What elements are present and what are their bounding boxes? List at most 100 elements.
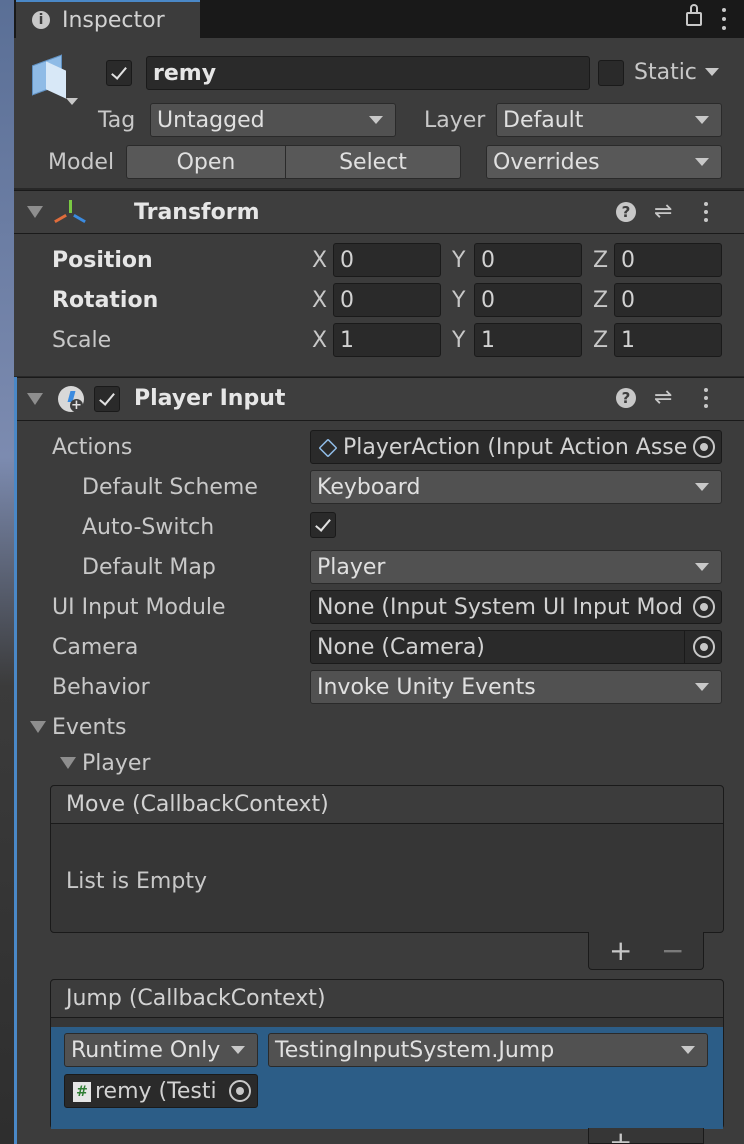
rotation-y-label[interactable]: Y <box>452 290 465 312</box>
chevron-down-icon <box>695 158 709 166</box>
jump-target-field[interactable]: # remy (Testi <box>64 1074 258 1108</box>
tag-label: Tag <box>98 108 136 133</box>
ui-input-module-value: None (Input System UI Input Mod <box>317 594 683 620</box>
move-add-button[interactable]: + <box>609 934 632 967</box>
rotation-y-input[interactable]: 0 <box>474 283 582 317</box>
rotation-z-label[interactable]: Z <box>593 290 608 312</box>
default-map-dropdown[interactable]: Player <box>310 550 722 584</box>
object-name-input[interactable]: remy <box>146 56 590 90</box>
move-event-header: Move (CallbackContext) <box>51 786 723 824</box>
scale-x-label[interactable]: X <box>312 330 327 352</box>
model-select-button[interactable]: Select <box>285 145 461 179</box>
chevron-down-icon <box>695 483 709 491</box>
jump-add-button[interactable]: + <box>609 1128 632 1143</box>
presets-icon[interactable]: ⇌ <box>654 201 672 223</box>
move-remove-button[interactable]: − <box>661 934 684 967</box>
model-label: Model <box>48 150 115 175</box>
jump-function-dropdown[interactable]: TestingInputSystem.Jump <box>268 1033 708 1067</box>
static-label[interactable]: Static <box>634 62 697 84</box>
object-picker-icon[interactable] <box>693 636 715 658</box>
scale-z-label[interactable]: Z <box>593 330 608 352</box>
auto-switch-label: Auto-Switch <box>82 515 215 540</box>
presets-icon[interactable]: ⇌ <box>654 387 672 409</box>
camera-field[interactable]: None (Camera) <box>310 630 722 664</box>
jump-list-footer: + <box>588 1128 704 1144</box>
runtime-only-dropdown[interactable]: Runtime Only <box>64 1033 258 1067</box>
active-checkbox[interactable] <box>106 60 132 86</box>
behavior-value: Invoke Unity Events <box>317 674 536 700</box>
overrides-dropdown[interactable]: Overrides <box>486 145 722 179</box>
scale-label: Scale <box>52 328 112 353</box>
position-z-label[interactable]: Z <box>593 250 608 272</box>
tag-dropdown[interactable]: Untagged <box>150 103 396 137</box>
position-z-input[interactable]: 0 <box>614 243 722 277</box>
default-scheme-value: Keyboard <box>317 474 421 500</box>
runtime-only-value: Runtime Only <box>71 1037 221 1063</box>
jump-target-value: remy (Testi <box>95 1078 217 1104</box>
rotation-z-input[interactable]: 0 <box>614 283 722 317</box>
static-dropdown-arrow[interactable] <box>705 68 719 76</box>
scale-z-input[interactable]: 1 <box>614 323 722 357</box>
help-icon[interactable]: ? <box>616 202 636 222</box>
ui-input-module-field[interactable]: None (Input System UI Input Mod <box>310 590 722 624</box>
gameobject-cube-icon[interactable] <box>28 54 72 100</box>
behavior-dropdown[interactable]: Invoke Unity Events <box>310 670 722 704</box>
default-scheme-label: Default Scheme <box>82 475 258 500</box>
transform-title: Transform <box>134 200 260 225</box>
behavior-label: Behavior <box>52 675 150 700</box>
actions-object-field[interactable]: PlayerAction (Input Action Asse <box>310 430 722 464</box>
move-event-box: Move (CallbackContext) List is Empty <box>50 785 724 933</box>
player-events-label[interactable]: Player <box>82 753 150 775</box>
chevron-down-icon <box>369 116 383 124</box>
component-menu-icon[interactable] <box>704 202 708 224</box>
scale-x-input[interactable]: 1 <box>333 323 441 357</box>
scale-y-input[interactable]: 1 <box>474 323 582 357</box>
object-picker-icon[interactable] <box>693 596 715 618</box>
rotation-label: Rotation <box>52 288 159 313</box>
default-scheme-dropdown[interactable]: Keyboard <box>310 470 722 504</box>
transform-foldout-arrow[interactable] <box>27 206 43 218</box>
position-y-label[interactable]: Y <box>452 250 465 272</box>
chevron-down-icon <box>231 1046 245 1054</box>
help-icon[interactable]: ? <box>616 388 636 408</box>
camera-value: None (Camera) <box>317 634 485 660</box>
position-y-input[interactable]: 0 <box>474 243 582 277</box>
jump-event-header: Jump (CallbackContext) <box>51 980 723 1018</box>
chevron-down-icon <box>681 1046 695 1054</box>
player-input-foldout-arrow[interactable] <box>27 393 43 405</box>
chevron-down-icon <box>695 116 709 124</box>
scale-y-label[interactable]: Y <box>452 330 465 352</box>
lock-icon[interactable] <box>686 4 702 26</box>
transform-icon <box>54 200 86 226</box>
model-open-button[interactable]: Open <box>126 145 286 179</box>
tab-menu-icon[interactable] <box>722 8 728 30</box>
events-label[interactable]: Events <box>52 717 127 739</box>
rotation-x-label[interactable]: X <box>312 290 327 312</box>
rotation-x-input[interactable]: 0 <box>333 283 441 317</box>
input-action-asset-icon <box>318 438 338 458</box>
player-events-foldout-arrow[interactable] <box>60 757 76 769</box>
move-list-empty-text: List is Empty <box>66 869 207 894</box>
object-picker-icon[interactable] <box>229 1080 251 1102</box>
object-picker-icon[interactable] <box>693 436 715 458</box>
position-x-input[interactable]: 0 <box>333 243 441 277</box>
player-input-title: Player Input <box>134 386 286 411</box>
picker-divider <box>684 631 685 663</box>
position-label: Position <box>52 248 153 273</box>
icon-dropdown-arrow[interactable] <box>66 98 78 105</box>
layer-label: Layer <box>424 108 486 133</box>
player-input-enabled-checkbox[interactable] <box>94 386 120 412</box>
tab-inspector[interactable]: i Inspector <box>16 0 200 38</box>
script-icon: # <box>73 1082 91 1102</box>
events-foldout-arrow[interactable] <box>30 721 46 733</box>
component-menu-icon[interactable] <box>704 388 708 410</box>
player-input-icon: + <box>58 386 84 412</box>
move-list-footer: + − <box>588 932 704 970</box>
chevron-down-icon <box>695 563 709 571</box>
layer-dropdown[interactable]: Default <box>496 103 722 137</box>
tag-value: Untagged <box>157 107 265 133</box>
scene-view-edge <box>0 0 14 1144</box>
static-checkbox[interactable] <box>598 60 624 86</box>
position-x-label[interactable]: X <box>312 250 327 272</box>
auto-switch-checkbox[interactable] <box>310 512 336 538</box>
